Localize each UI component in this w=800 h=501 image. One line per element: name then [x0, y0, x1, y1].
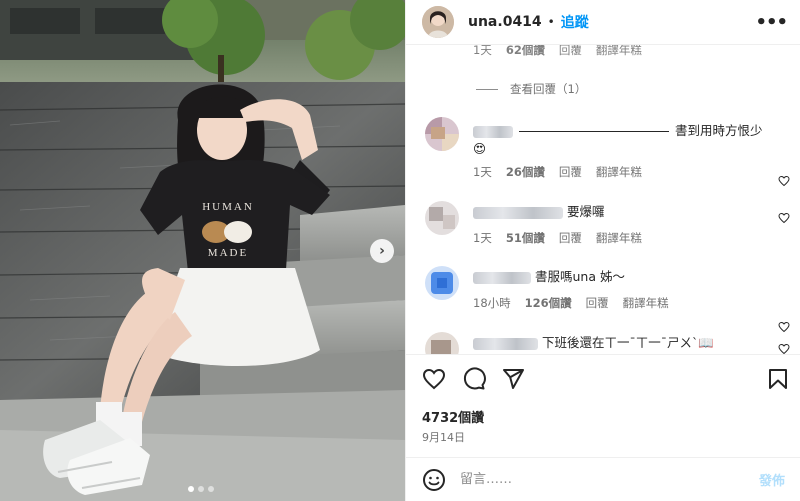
comment-likes[interactable]: 126個讚: [525, 295, 572, 311]
svg-text:HUMAN: HUMAN: [202, 201, 254, 213]
translate-link[interactable]: 翻譯年糕: [596, 164, 642, 180]
reply-link[interactable]: 回覆: [559, 230, 582, 246]
comment-text: 書到用時方恨少: [674, 123, 763, 138]
carousel-indicator: [188, 486, 214, 492]
commenter-avatar[interactable]: [425, 201, 459, 235]
carousel-dot: [188, 486, 194, 492]
svg-text:MADE: MADE: [208, 247, 248, 259]
comment-time: 1天: [473, 231, 492, 245]
next-photo-button[interactable]: ›: [370, 239, 394, 263]
heart-icon[interactable]: [778, 212, 790, 224]
reply-link[interactable]: 回覆: [559, 45, 582, 58]
comment-text-block: 書服嗎una 姊～: [473, 268, 769, 286]
commenter-username[interactable]: [473, 125, 513, 138]
separator-dot: •: [547, 15, 555, 29]
comment-likes[interactable]: 51個讚: [506, 230, 545, 246]
heart-icon[interactable]: [778, 175, 790, 187]
comment-composer: 發佈: [406, 457, 800, 501]
comment-text-block: 要爆囉: [473, 203, 769, 221]
paper-plane-icon[interactable]: [501, 367, 525, 391]
comment-time: 18小時: [473, 296, 511, 310]
replies-line: [476, 88, 498, 90]
bookmark-icon[interactable]: [766, 367, 790, 391]
author-username[interactable]: una.0414: [468, 14, 542, 30]
post-header: una.0414 • 追蹤 •••: [406, 0, 800, 44]
comment-meta: 1天 51個讚 回覆 翻譯年糕: [473, 230, 642, 246]
comment-time: 1天: [473, 44, 492, 57]
post-panel: una.0414 • 追蹤 ••• 1天 62個讚 回覆 翻譯年糕 查看回覆（1…: [405, 0, 800, 501]
photo-scene: HUMAN MADE: [0, 0, 405, 501]
comment-likes[interactable]: 26個讚: [506, 164, 545, 180]
comment-meta: 1天 26個讚 回覆 翻譯年糕: [473, 164, 642, 180]
reply-link[interactable]: 回覆: [559, 164, 582, 180]
post-photo: HUMAN MADE ›: [0, 0, 405, 501]
reply-link[interactable]: 回覆: [586, 295, 609, 311]
post-comment-button[interactable]: 發佈: [759, 470, 785, 489]
translate-link[interactable]: 翻譯年糕: [596, 230, 642, 246]
follow-button[interactable]: 追蹤: [561, 12, 589, 32]
translate-link[interactable]: 翻譯年糕: [623, 295, 669, 311]
like-count[interactable]: 4732個讚: [422, 407, 484, 426]
comments-list[interactable]: 1天 62個讚 回覆 翻譯年糕 查看回覆（1） 書到用時方恨少 😍 1天 26個: [406, 44, 800, 354]
comment-emoji: 😍: [473, 141, 487, 156]
action-bar: [406, 354, 800, 404]
heart-icon[interactable]: [422, 367, 446, 391]
heart-icon[interactable]: [778, 343, 790, 354]
comment-text-block: 書到用時方恨少 😍: [473, 122, 769, 158]
commenter-avatar[interactable]: [425, 332, 459, 354]
commenter-avatar[interactable]: [425, 266, 459, 300]
author-avatar[interactable]: [422, 6, 454, 38]
comment-time: 1天: [473, 165, 492, 179]
post-date[interactable]: 9月14日: [422, 429, 465, 445]
more-horizontal-icon[interactable]: •••: [755, 12, 788, 33]
translate-link[interactable]: 翻譯年糕: [596, 45, 642, 58]
underline-decoration: [518, 131, 669, 132]
commenter-username[interactable]: [473, 337, 538, 350]
commenter-username[interactable]: [473, 271, 531, 284]
comment-icon[interactable]: [462, 367, 486, 391]
smiley-icon[interactable]: [422, 468, 446, 492]
comment-input[interactable]: [460, 472, 751, 487]
view-replies-button[interactable]: 查看回覆（1）: [476, 81, 586, 97]
comment-meta: 18小時 126個讚 回覆 翻譯年糕: [473, 295, 669, 311]
comment-likes[interactable]: 62個讚: [506, 45, 545, 58]
commenter-username[interactable]: [473, 206, 563, 219]
carousel-dot: [198, 486, 204, 492]
view-replies-label: 查看回覆（1）: [510, 82, 587, 96]
comment-text-block: 下班後還在ㄒ一ˉㄒ一ˉㄕㄨˋ📖: [473, 334, 769, 352]
heart-icon[interactable]: [778, 321, 790, 333]
carousel-dot: [208, 486, 214, 492]
comment-text: 下班後還在ㄒ一ˉㄒ一ˉㄕㄨˋ📖: [541, 335, 714, 350]
chevron-right-icon: ›: [379, 243, 385, 259]
comment-text: 書服嗎una 姊～: [534, 269, 625, 284]
comment-text: 要爆囉: [566, 204, 605, 219]
comment-meta: 1天 62個讚 回覆 翻譯年糕: [473, 44, 642, 58]
commenter-avatar[interactable]: [425, 117, 459, 151]
